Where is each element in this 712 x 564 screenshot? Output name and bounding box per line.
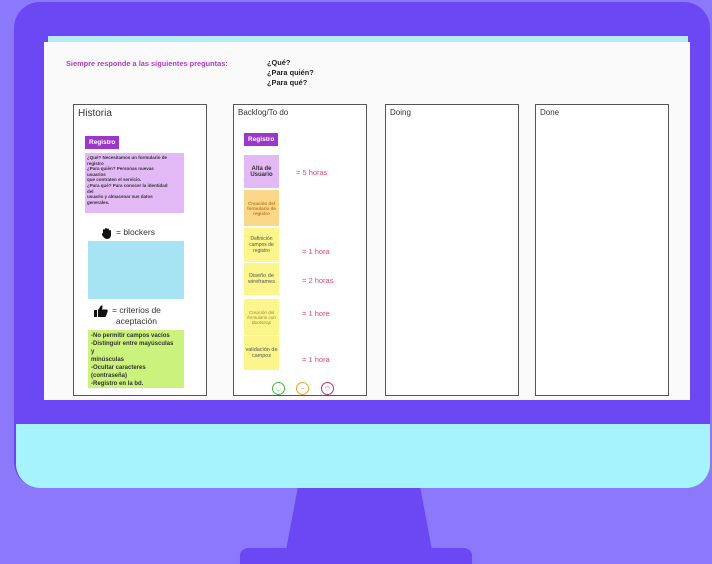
note-line: ¿Para qué? Para conocer la identidad xyxy=(87,182,168,188)
criteria-line: y xyxy=(91,349,95,355)
blockers-label: = blockers xyxy=(116,227,155,237)
column-title-historia: Historia xyxy=(78,108,112,119)
story-sticky-note[interactable]: ¿Qué? Necesitamos un formulario de regis… xyxy=(85,153,184,213)
task-card-diseno-wireframes[interactable]: Diseño de wireframes xyxy=(244,263,279,295)
happy-face-icon[interactable]: ◡ xyxy=(272,382,285,395)
note-line: generales. xyxy=(87,199,110,205)
estimate-alta-usuario: = 5 horas xyxy=(296,168,328,177)
task-text: Creación del formulario con Bootstrap xyxy=(247,309,276,325)
registro-tag[interactable]: Registro xyxy=(244,133,279,146)
task-text: Alta de Usuario xyxy=(250,165,273,178)
criteria-line: -Distinguir entre mayúsculas xyxy=(91,341,174,347)
hand-stop-icon xyxy=(101,228,111,239)
task-card-creacion-formulario[interactable]: Creación del formulario de registro xyxy=(244,190,279,226)
registro-tag[interactable]: Registro xyxy=(85,136,120,149)
task-card-validacion-campos[interactable]: validación de campos xyxy=(244,336,279,370)
criteria-line: minúsculas xyxy=(91,357,125,363)
column-title-done: Done xyxy=(540,108,560,117)
column-backlog: Backlog/To do Registro Alta de Usuario =… xyxy=(233,104,367,396)
column-doing: Doing xyxy=(385,104,519,396)
estimate-diseno-wireframes: = 2 horas xyxy=(302,276,334,285)
kanban-board: Siempre responde a las siguientes pregun… xyxy=(44,42,690,400)
question-for-whom: ¿Para quién? xyxy=(267,68,314,77)
task-text: Definición campos de registro xyxy=(249,236,274,254)
question-what: ¿Qué? xyxy=(267,58,291,67)
monitor-chin xyxy=(16,424,710,488)
sad-face-icon[interactable]: ◠ xyxy=(321,382,334,395)
criteria-sticky-note[interactable]: -No permitir campos vacíos -Distinguir e… xyxy=(88,330,184,388)
questions-list: ¿Qué? ¿Para quién? ¿Para qué? xyxy=(267,58,314,88)
column-title-doing: Doing xyxy=(390,108,411,117)
monitor-stand-base xyxy=(240,548,472,564)
column-title-backlog: Backlog/To do xyxy=(238,108,289,117)
criteria-line: -Registro en la bd. xyxy=(91,381,144,387)
blockers-legend: = blockers xyxy=(101,227,155,239)
task-text: validación de campos xyxy=(245,347,278,359)
criteria-line: -Ocultar caracteres xyxy=(91,365,146,371)
task-card-definicion-campos[interactable]: Definición campos de registro xyxy=(244,228,279,262)
criteria-label-1: = criterios de xyxy=(112,305,161,315)
question-why: ¿Para qué? xyxy=(267,78,308,87)
task-card-bootstrap[interactable]: Creación del formulario con Bootstrap xyxy=(244,299,279,335)
column-historia: Historia Registro ¿Qué? Necesitamos un f… xyxy=(73,104,207,396)
criteria-label-2: aceptación xyxy=(115,316,158,326)
estimate-bootstrap: = 1 hore xyxy=(302,309,330,318)
task-text: Creación del formulario de registro xyxy=(247,200,276,216)
column-done: Done xyxy=(535,104,669,396)
criteria-line: -No permitir campos vacíos xyxy=(91,333,170,339)
task-text: Diseño de wireframes xyxy=(248,273,275,285)
blockers-sticky-note[interactable] xyxy=(88,241,184,299)
instructions-prompt: Siempre responde a las siguientes pregun… xyxy=(66,59,228,68)
neutral-face-icon[interactable]: – xyxy=(296,382,309,395)
task-card-alta-usuario[interactable]: Alta de Usuario xyxy=(244,155,279,188)
thumbs-up-icon xyxy=(94,305,108,317)
criteria-legend: = criterios de aceptación xyxy=(94,305,161,327)
estimate-definicion-campos: = 1 hora xyxy=(302,247,330,256)
estimate-validacion-campos: = 1 hora xyxy=(302,355,330,364)
monitor-stand-neck xyxy=(286,488,432,550)
criteria-line: (contraseña) xyxy=(91,373,128,379)
